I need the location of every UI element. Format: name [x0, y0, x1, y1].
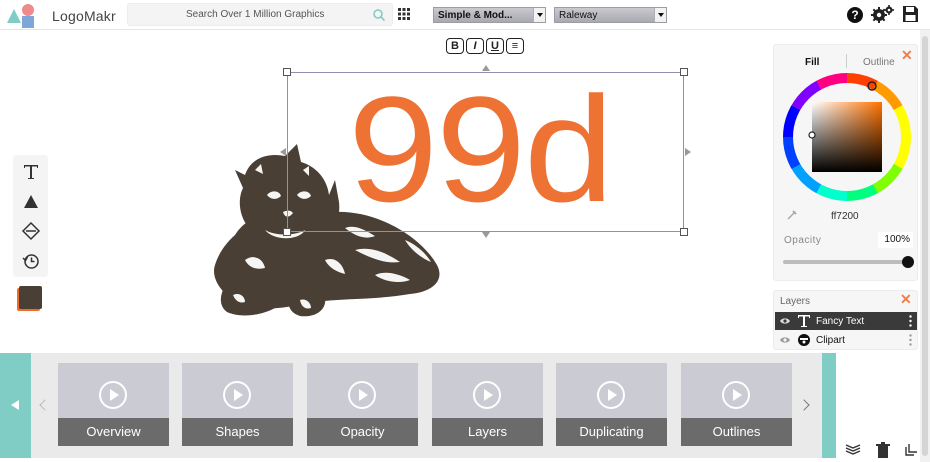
tab-divider: [846, 54, 847, 68]
search-placeholder: Search Over 1 Million Graphics: [186, 9, 325, 20]
align-button[interactable]: ≡: [506, 38, 524, 54]
underline-button[interactable]: U: [486, 38, 504, 54]
top-bar: LogoMakr Search Over 1 Million Graphics …: [0, 0, 930, 30]
collapse-tutorials-button[interactable]: [0, 353, 31, 458]
search-input[interactable]: Search Over 1 Million Graphics: [127, 3, 393, 26]
close-icon[interactable]: ✕: [900, 292, 912, 306]
play-icon: [722, 381, 750, 409]
save-icon[interactable]: [902, 5, 919, 23]
tutorial-caption: Layers: [432, 418, 543, 446]
tutorial-strip: Overview Shapes Opacity Layers Duplicati…: [0, 353, 836, 458]
opacity-value-input[interactable]: 100%: [878, 232, 913, 248]
resize-handle-top-right[interactable]: [680, 68, 688, 76]
history-icon[interactable]: [21, 251, 41, 271]
eraser-tool-icon[interactable]: [21, 221, 41, 241]
logomakr-logo[interactable]: [6, 3, 40, 29]
duplicate-icon[interactable]: [903, 442, 919, 458]
tutorial-strip-edge: [822, 353, 836, 458]
tutorial-card-opacity[interactable]: Opacity: [307, 363, 418, 446]
trash-icon[interactable]: [875, 442, 891, 458]
resize-handle-top-left[interactable]: [283, 68, 291, 76]
layers-panel: Layers ✕ Fancy Text Clipart: [773, 290, 918, 350]
tutorial-card-overview[interactable]: Overview: [58, 363, 169, 446]
hex-value[interactable]: ff7200: [831, 211, 859, 222]
grid-icon[interactable]: [397, 7, 411, 21]
tutorial-caption: Outlines: [681, 418, 792, 446]
chevron-right-icon[interactable]: [798, 399, 810, 411]
opacity-slider-knob[interactable]: [902, 256, 914, 268]
resize-arrow-left[interactable]: [280, 148, 286, 156]
play-icon: [473, 381, 501, 409]
layer-name: Clipart: [816, 335, 845, 346]
tutorial-card-duplicating[interactable]: Duplicating: [556, 363, 667, 446]
tutorial-card-layers[interactable]: Layers: [432, 363, 543, 446]
tab-fill[interactable]: Fill: [805, 57, 819, 68]
text-icon: [798, 315, 810, 327]
italic-button[interactable]: I: [466, 38, 484, 54]
clipart-icon: [798, 334, 810, 346]
close-icon[interactable]: ✕: [901, 48, 913, 62]
search-icon[interactable]: [372, 8, 386, 22]
chevron-down-icon: [533, 8, 545, 22]
text-tool-icon[interactable]: [21, 162, 41, 182]
eye-icon[interactable]: [780, 317, 790, 325]
help-icon[interactable]: ?: [847, 7, 863, 23]
more-icon[interactable]: [909, 334, 912, 346]
tutorial-caption: Overview: [58, 418, 169, 446]
layers-stack-icon[interactable]: [845, 442, 861, 458]
play-icon: [348, 381, 376, 409]
tab-outline[interactable]: Outline: [863, 57, 895, 68]
scrollbar-thumb[interactable]: [922, 36, 928, 456]
play-icon: [99, 381, 127, 409]
play-icon: [597, 381, 625, 409]
caret-left-icon: [11, 400, 19, 410]
layer-name: Fancy Text: [816, 316, 865, 327]
resize-handle-bottom-right[interactable]: [680, 228, 688, 236]
opacity-slider[interactable]: [783, 260, 907, 264]
more-icon[interactable]: [909, 315, 912, 327]
tutorial-caption: Duplicating: [556, 418, 667, 446]
shape-tool-icon[interactable]: [21, 192, 41, 212]
settings-gear-icon[interactable]: [870, 4, 894, 24]
color-wheel-picker[interactable]: [782, 72, 912, 202]
category-select[interactable]: Simple & Mod...: [433, 7, 546, 23]
chevron-down-icon: [654, 8, 666, 22]
color-swatch[interactable]: [19, 286, 42, 309]
eye-icon[interactable]: [780, 336, 790, 344]
tutorial-card-outlines[interactable]: Outlines: [681, 363, 792, 446]
layer-item-fancy-text[interactable]: Fancy Text: [775, 312, 917, 330]
opacity-label: Opacity: [784, 235, 822, 246]
eyedropper-icon[interactable]: [786, 209, 798, 221]
tutorial-caption: Opacity: [307, 418, 418, 446]
category-select-value: Simple & Mod...: [438, 10, 513, 21]
brand-name: LogoMakr: [52, 8, 116, 24]
color-panel: Fill Outline ✕ ff7200 Opacity 100%: [773, 44, 918, 281]
scrollbar[interactable]: [920, 30, 930, 462]
layer-item-clipart[interactable]: Clipart: [775, 331, 917, 349]
tutorial-card-shapes[interactable]: Shapes: [182, 363, 293, 446]
play-icon: [223, 381, 251, 409]
resize-handle-bottom-left[interactable]: [283, 228, 291, 236]
tutorial-caption: Shapes: [182, 418, 293, 446]
font-select[interactable]: Raleway: [554, 7, 667, 23]
resize-arrow-right[interactable]: [685, 148, 691, 156]
bold-button[interactable]: B: [446, 38, 464, 54]
left-toolbar: [13, 155, 48, 277]
chevron-left-icon[interactable]: [39, 399, 51, 411]
layers-title: Layers: [780, 296, 811, 307]
fancy-text[interactable]: 99d: [348, 74, 614, 224]
font-select-value: Raleway: [559, 10, 598, 21]
